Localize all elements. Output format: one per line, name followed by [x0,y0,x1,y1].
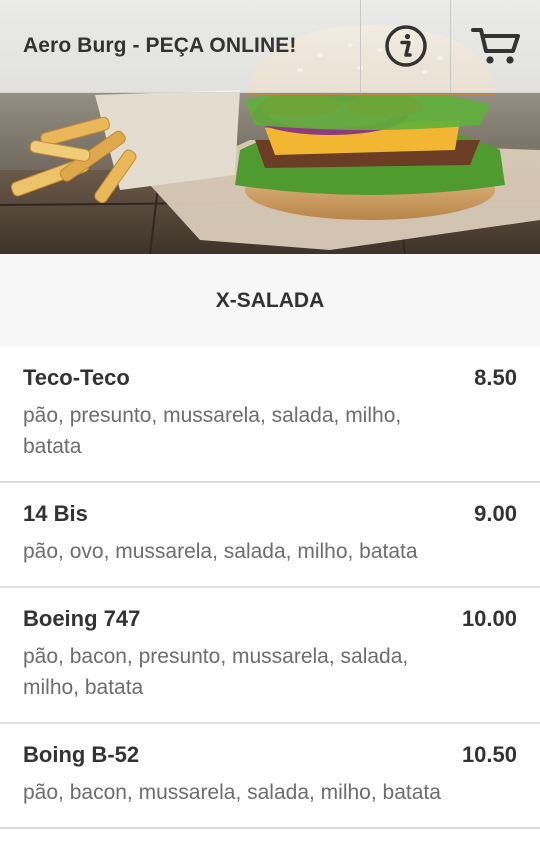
item-name: Boeing 747 [23,606,141,631]
cart-icon [470,28,520,64]
cart-button[interactable] [450,0,540,92]
item-name: Teco-Teco [23,365,130,390]
menu-item[interactable]: Boing B-52 10.50 pão, bacon, mussarela, … [0,724,540,829]
menu-item[interactable]: 14 Bis 9.00 pão, ovo, mussarela, salada,… [0,483,540,588]
item-description: pão, bacon, mussarela, salada, milho, ba… [23,781,441,804]
menu-item[interactable]: Teco-Teco 8.50 pão, presunto, mussarela,… [0,347,540,483]
info-icon [384,25,427,67]
app-title: Aero Burg - PEÇA ONLINE! [23,34,297,57]
item-description: pão, bacon, presunto, mussarela, salada,… [23,645,409,699]
item-price: 8.50 [474,365,517,390]
item-price: 10.50 [461,742,517,767]
item-name: 14 Bis [23,501,88,526]
item-name: Boing B-52 [23,742,140,767]
info-button[interactable] [360,0,450,92]
menu-item[interactable]: Boeing 747 10.00 pão, bacon, presunto, m… [0,588,540,724]
item-price: 10.00 [461,606,517,631]
item-price: 9.00 [474,501,517,526]
item-description: pão, ovo, mussarela, salada, milho, bata… [23,540,418,563]
menu-item-list: Teco-Teco 8.50 pão, presunto, mussarela,… [0,347,540,829]
app-header: Aero Burg - PEÇA ONLINE! [0,0,540,93]
category-title: X-SALADA [0,254,540,347]
hero-banner: Aero Burg - PEÇA ONLINE! [0,0,540,254]
item-description: pão, presunto, mussarela, salada, milho,… [23,404,402,458]
